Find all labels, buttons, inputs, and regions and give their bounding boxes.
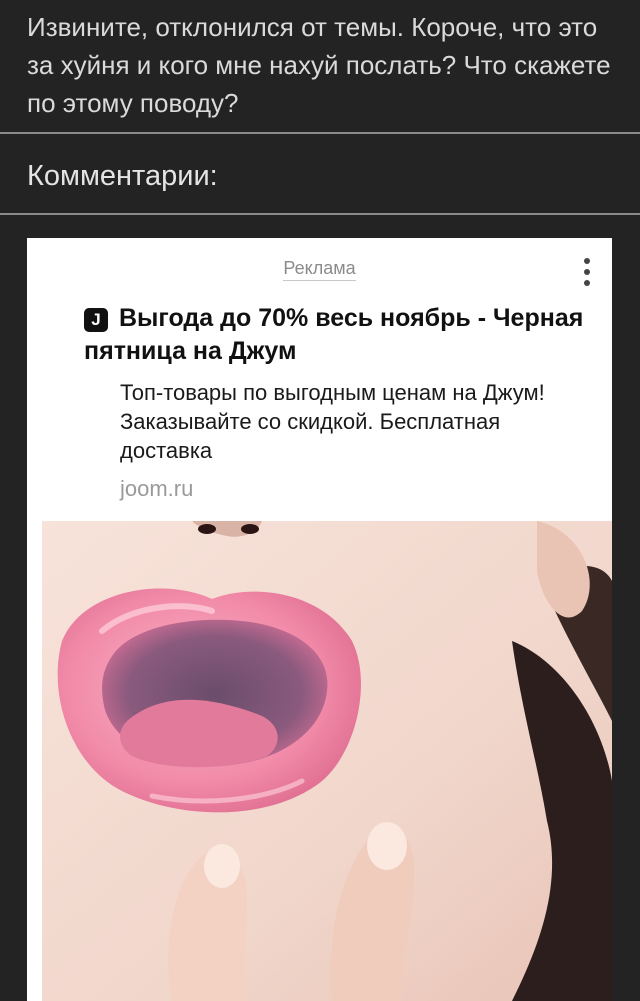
post-text: Извините, отклонился от темы. Короче, чт… [27,12,611,118]
ad-label: Реклама [27,258,612,281]
ad-card[interactable]: Реклама J Выгода до 70% весь ноябрь - Че… [27,238,612,1001]
kebab-menu-icon[interactable] [582,258,592,288]
ad-headline-text[interactable]: Выгода до 70% весь ноябрь - Черная пятни… [84,302,594,368]
ad-label-text: Реклама [283,258,356,281]
divider [0,132,640,134]
comments-title: Комментарии: [27,160,218,192]
ad-image[interactable] [42,521,612,1001]
ad-description: Топ-товары по выгодным ценам на Джум! За… [120,380,545,463]
ad-headline[interactable]: Выгода до 70% весь ноябрь - Черная пятни… [84,302,594,368]
ad-domain[interactable]: joom.ru [120,476,193,502]
divider [0,213,640,215]
